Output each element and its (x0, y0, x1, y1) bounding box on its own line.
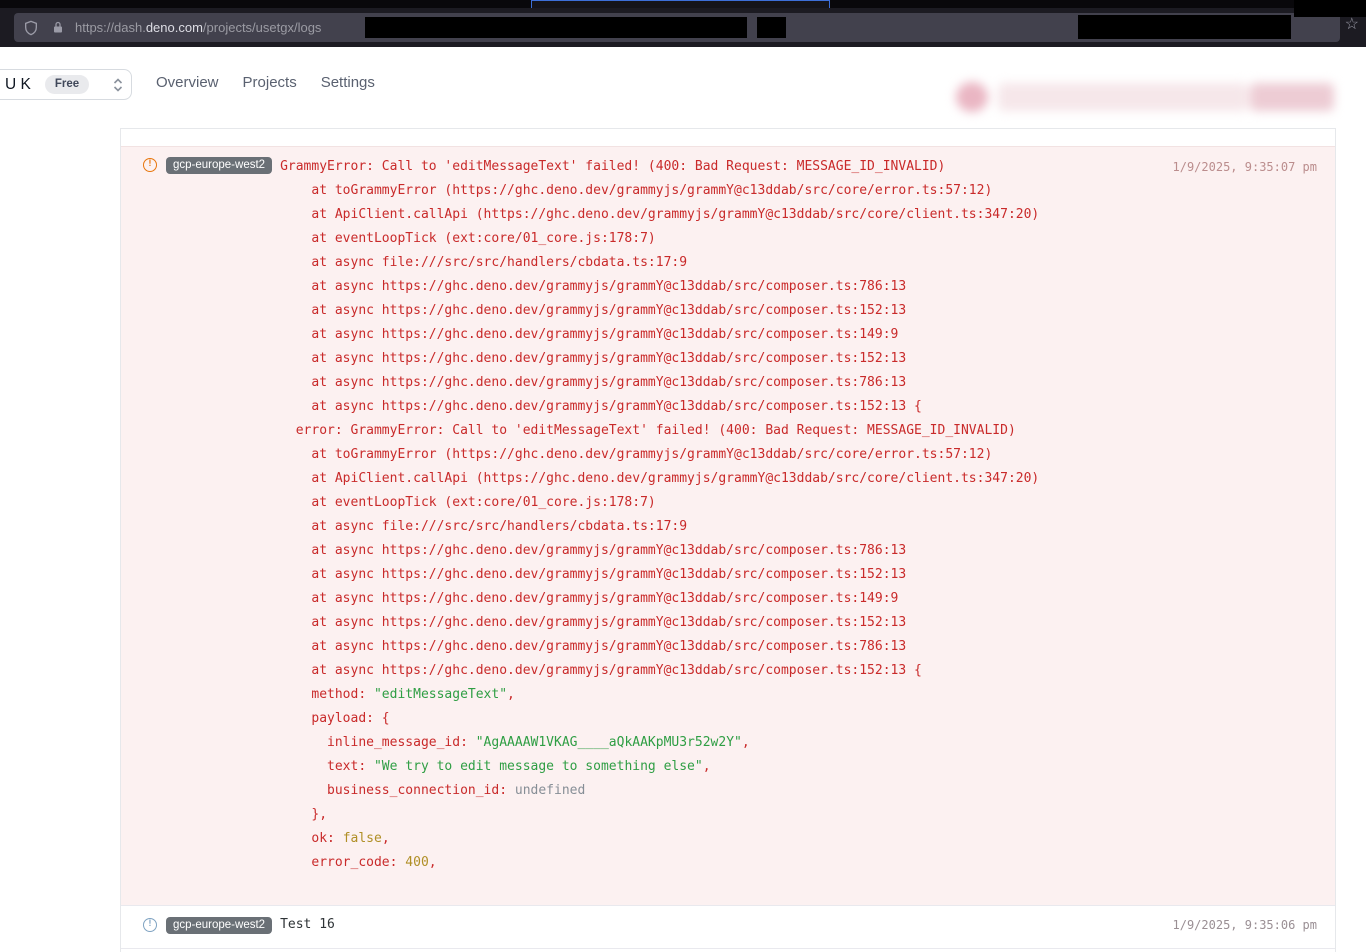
redacted-blob (1250, 83, 1334, 111)
nav-item-settings[interactable]: Settings (321, 74, 375, 91)
redacted-urlbar-block (757, 17, 786, 38)
nav-item-overview[interactable]: Overview (156, 74, 219, 91)
tracking-shield-icon[interactable] (23, 19, 39, 37)
log-message: Test 16 (280, 915, 1160, 939)
nav-item-projects[interactable]: Projects (243, 74, 297, 91)
chevron-updown-icon (113, 78, 123, 92)
url-path: /projects/usetgx/logs (203, 20, 322, 35)
bookmark-star-icon[interactable]: ☆ (1345, 17, 1359, 33)
app-header: U K Free Overview Projects Settings (0, 47, 1366, 118)
log-entry[interactable]: ! gcp-europe-west2 GrammyError: Call to … (121, 146, 1335, 905)
log-message: GrammyError: Call to 'editMessageText' f… (280, 155, 1160, 875)
main-nav: Overview Projects Settings (156, 47, 375, 118)
redacted-urlbar-block (1078, 15, 1291, 39)
log-list: ! gcp-europe-west2 GrammyError: Call to … (121, 146, 1335, 949)
region-badge: gcp-europe-west2 (166, 157, 272, 174)
panel-spacer (121, 129, 1335, 146)
lock-icon[interactable] (52, 20, 64, 35)
plan-badge: Free (45, 75, 89, 94)
org-switcher[interactable]: U K Free (0, 69, 132, 100)
redacted-blob (998, 83, 1248, 111)
browser-tab-fragment (531, 0, 830, 8)
url-domain: deno.com (146, 20, 203, 35)
log-panel: ! gcp-europe-west2 GrammyError: Call to … (120, 128, 1336, 952)
redacted-blob (956, 82, 988, 112)
log-entry[interactable]: ! gcp-europe-west2 Test 16 1/9/2025, 9:3… (121, 905, 1335, 949)
region-badge: gcp-europe-west2 (166, 917, 272, 934)
redacted-header-content (950, 80, 1338, 114)
redacted-urlbar-block (365, 17, 747, 38)
redacted-corner-block (1294, 0, 1366, 17)
log-timestamp: 1/9/2025, 9:35:06 pm (1161, 915, 1318, 935)
log-timestamp: 1/9/2025, 9:35:07 pm (1161, 155, 1318, 179)
browser-chrome: https://dash.deno.com/projects/usetgx/lo… (0, 0, 1366, 47)
log-level-icon: ! (143, 918, 157, 932)
org-name: U K (5, 76, 31, 94)
url-scheme: https://dash. (75, 20, 146, 35)
url-text: https://dash.deno.com/projects/usetgx/lo… (75, 20, 321, 35)
log-level-icon: ! (143, 158, 157, 172)
